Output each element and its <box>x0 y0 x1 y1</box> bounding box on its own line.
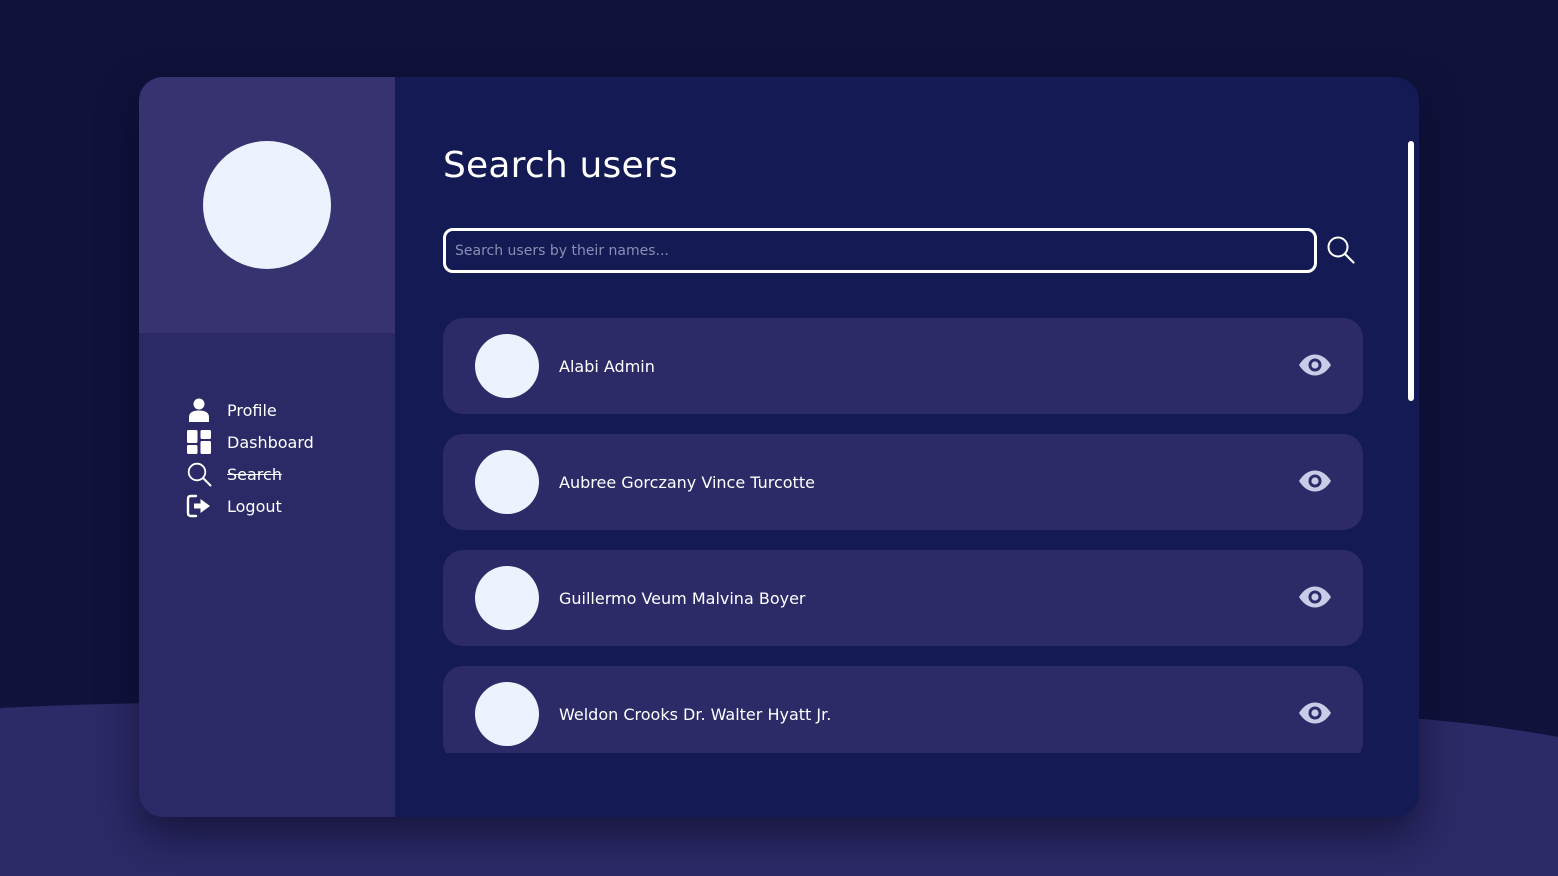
sidebar-item-label: Logout <box>227 496 282 516</box>
sidebar-item-profile[interactable]: Profile <box>186 394 314 426</box>
eye-icon <box>1298 702 1332 727</box>
sidebar-item-label: Profile <box>227 400 277 420</box>
sidebar: Profile Dashboard Search Logout <box>139 77 395 817</box>
user-icon <box>186 397 212 423</box>
user-name: Alabi Admin <box>559 356 655 376</box>
list-item[interactable]: Guillermo Veum Malvina Boyer <box>443 550 1363 646</box>
sidebar-item-dashboard[interactable]: Dashboard <box>186 426 314 458</box>
eye-icon <box>1298 354 1332 379</box>
profile-avatar <box>203 141 331 269</box>
sidebar-item-label: Search <box>227 464 282 484</box>
eye-icon <box>1298 586 1332 611</box>
scrollbar[interactable] <box>1407 141 1415 753</box>
avatar <box>475 682 539 746</box>
sidebar-profile-header <box>139 77 395 333</box>
avatar <box>475 566 539 630</box>
sidebar-item-search[interactable]: Search <box>186 458 314 490</box>
view-user-button[interactable] <box>1297 701 1333 727</box>
main-content: Search users Alabi Admin <box>395 77 1419 817</box>
sidebar-item-label: Dashboard <box>227 432 314 452</box>
view-user-button[interactable] <box>1297 585 1333 611</box>
scrollbar-thumb[interactable] <box>1408 141 1414 401</box>
user-name: Aubree Gorczany Vince Turcotte <box>559 472 815 492</box>
eye-icon <box>1298 470 1332 495</box>
list-item[interactable]: Weldon Crooks Dr. Walter Hyatt Jr. <box>443 666 1363 753</box>
list-item[interactable]: Aubree Gorczany Vince Turcotte <box>443 434 1363 530</box>
view-user-button[interactable] <box>1297 353 1333 379</box>
avatar <box>475 450 539 514</box>
search-icon <box>1326 236 1356 268</box>
logout-icon <box>186 493 212 519</box>
app-window: Profile Dashboard Search Logout Search u… <box>139 77 1419 817</box>
page-title: Search users <box>443 145 678 186</box>
user-name: Weldon Crooks Dr. Walter Hyatt Jr. <box>559 704 832 724</box>
search-button[interactable] <box>1325 235 1357 267</box>
search-results-list: Alabi Admin Aubree Gorczany Vince Turcot… <box>443 318 1363 753</box>
dashboard-icon <box>186 429 212 455</box>
avatar <box>475 334 539 398</box>
user-name: Guillermo Veum Malvina Boyer <box>559 588 806 608</box>
search-icon <box>186 461 212 487</box>
list-item[interactable]: Alabi Admin <box>443 318 1363 414</box>
sidebar-nav: Profile Dashboard Search Logout <box>186 394 314 522</box>
search-input[interactable] <box>443 228 1317 273</box>
sidebar-item-logout[interactable]: Logout <box>186 490 314 522</box>
view-user-button[interactable] <box>1297 469 1333 495</box>
